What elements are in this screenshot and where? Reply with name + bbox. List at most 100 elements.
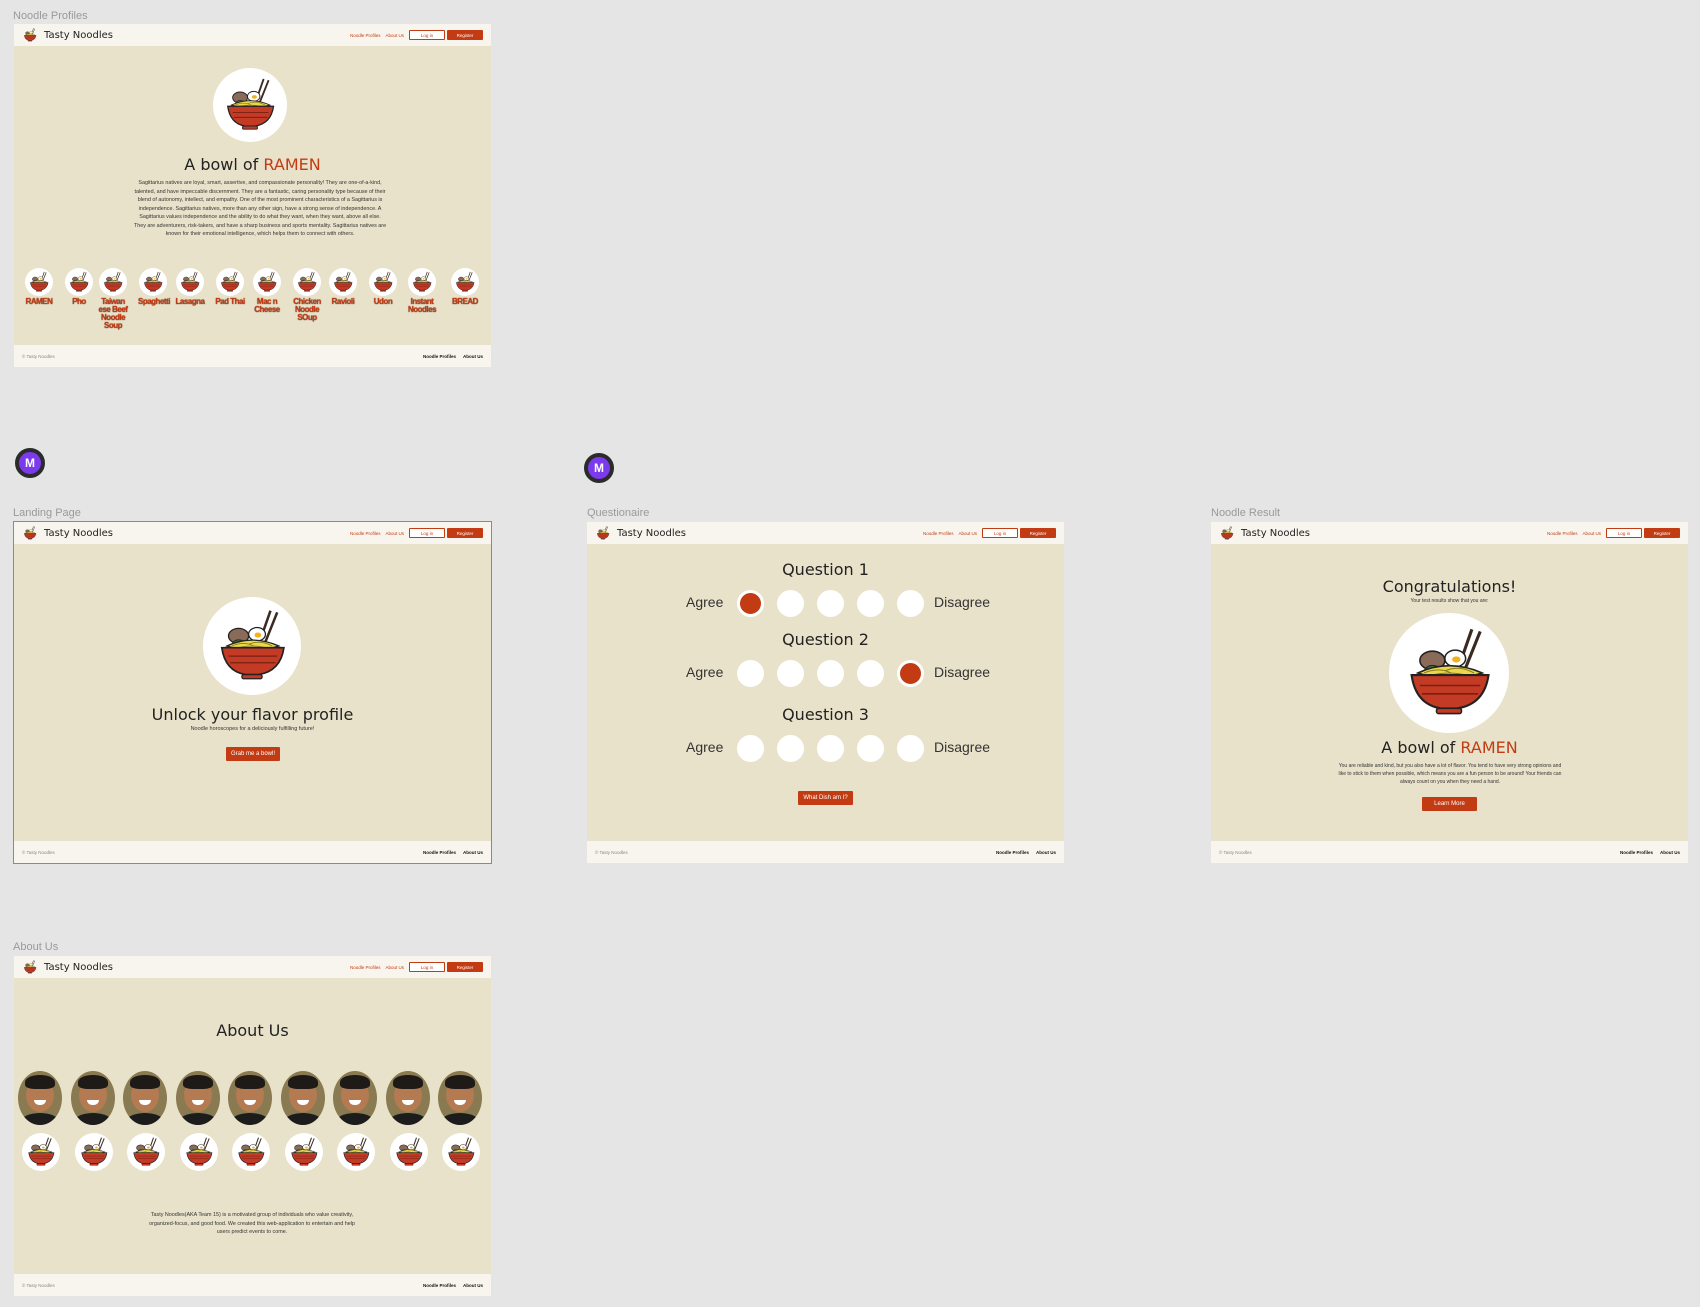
about-us-frame: Tasty Noodles Noodle Profiles About Us L… [14, 956, 491, 1296]
submit-button[interactable]: What Dish am I? [798, 791, 853, 805]
nav-link-about-us[interactable]: About Us [385, 965, 404, 970]
ramen-bowl-icon [331, 270, 355, 294]
dish-item[interactable]: Udon [368, 268, 398, 306]
footer-link-noodle-profiles[interactable]: Noodle Profiles [423, 354, 456, 359]
footer-link-noodle-profiles[interactable]: Noodle Profiles [996, 850, 1029, 855]
dish-label: Taiwan ese Beef Noodle Soup [98, 297, 128, 330]
brand-name[interactable]: Tasty Noodles [44, 528, 113, 539]
dish-item[interactable]: Ravioli [328, 268, 358, 306]
dish-item[interactable]: Instant Noodles [407, 268, 437, 314]
dish-thumbnail [25, 268, 53, 296]
disagree-label: Disagree [934, 664, 991, 680]
nav-link-noodle-profiles[interactable]: Noodle Profiles [923, 531, 954, 536]
frame-label-result: Noodle Result [1211, 507, 1281, 519]
team-member-dish [284, 1133, 323, 1171]
brand-name[interactable]: Tasty Noodles [617, 528, 686, 539]
frame-label-questionnaire: Questionaire [587, 507, 650, 519]
footer-link-noodle-profiles[interactable]: Noodle Profiles [423, 850, 456, 855]
ramen-bowl-icon [255, 270, 279, 294]
learn-more-button[interactable]: Learn More [1422, 797, 1477, 811]
dish-label: Ravioli [331, 297, 355, 306]
register-button[interactable]: Register [1020, 528, 1056, 538]
team-member-dish [127, 1133, 165, 1171]
footer-link-about-us[interactable]: About Us [463, 850, 483, 855]
answer-radio[interactable] [817, 735, 844, 762]
answer-radio[interactable] [737, 590, 764, 617]
ramen-logo-icon[interactable] [22, 27, 38, 43]
answer-radio[interactable] [817, 660, 844, 687]
brand-name[interactable]: Tasty Noodles [44, 30, 113, 41]
nav-link-about-us[interactable]: About Us [958, 531, 977, 536]
disagree-label: Disagree [934, 594, 991, 610]
answer-radio[interactable] [897, 735, 924, 762]
result-description: You are reliable and kind, but you also … [1338, 763, 1562, 785]
answer-radio[interactable] [857, 590, 884, 617]
answer-radio[interactable] [817, 590, 844, 617]
nav-link-about-us[interactable]: About Us [385, 531, 404, 536]
answer-radio[interactable] [897, 590, 924, 617]
collaborator-avatar[interactable]: M [584, 453, 614, 483]
frame-label-profiles: Noodle Profiles [13, 10, 88, 22]
answer-radio[interactable] [777, 735, 804, 762]
ramen-logo-icon[interactable] [595, 525, 611, 541]
nav-link-about-us[interactable]: About Us [1582, 531, 1601, 536]
dish-item[interactable]: Taiwan ese Beef Noodle Soup [98, 268, 128, 330]
login-button[interactable]: Log in [409, 962, 445, 972]
dish-thumbnail [253, 268, 281, 296]
register-button[interactable]: Register [447, 962, 483, 972]
questionnaire-frame: Tasty Noodles Noodle Profiles About Us L… [587, 522, 1064, 863]
dish-item[interactable]: Chicken Noodle SOup [292, 268, 322, 322]
answer-radio[interactable] [737, 735, 764, 762]
dish-item[interactable]: Pho [64, 268, 94, 306]
grab-bowl-button[interactable]: Grab me a bowl! [226, 747, 280, 761]
dish-thumbnail [99, 268, 127, 296]
nav-link-noodle-profiles[interactable]: Noodle Profiles [350, 33, 381, 38]
ramen-logo-icon[interactable] [1219, 525, 1235, 541]
register-button[interactable]: Register [447, 30, 483, 40]
footer-link-about-us[interactable]: About Us [1660, 850, 1680, 855]
register-button[interactable]: Register [447, 528, 483, 538]
login-button[interactable]: Log in [409, 30, 445, 40]
answer-radio[interactable] [857, 660, 884, 687]
ramen-bowl-icon [77, 1135, 111, 1169]
footer-copyright: © Tasty Noodles [595, 849, 628, 855]
footer-link-about-us[interactable]: About Us [463, 1283, 483, 1288]
register-button[interactable]: Register [1644, 528, 1680, 538]
dish-item[interactable]: Mac n Cheese [252, 268, 282, 314]
ramen-logo-icon[interactable] [22, 525, 38, 541]
frame-label-landing: Landing Page [13, 507, 81, 519]
brand-name[interactable]: Tasty Noodles [1241, 528, 1310, 539]
noodle-profiles-frame: Tasty Noodles Noodle Profiles About Us L… [14, 24, 491, 367]
dish-item[interactable]: RAMEN [24, 268, 54, 306]
team-member-photo [18, 1071, 62, 1125]
dish-item[interactable]: Spaghetti [138, 268, 170, 306]
ramen-bowl-icon [295, 270, 319, 294]
answer-radio[interactable] [737, 660, 764, 687]
login-button[interactable]: Log in [1606, 528, 1642, 538]
about-description: Tasty Noodles(AKA Team 15) is a motivate… [149, 1212, 355, 1235]
brand-name[interactable]: Tasty Noodles [44, 962, 113, 973]
footer-link-about-us[interactable]: About Us [1036, 850, 1056, 855]
ramen-bowl-icon [141, 270, 165, 294]
answer-radio[interactable] [777, 590, 804, 617]
collaborator-avatar[interactable]: M [15, 448, 45, 478]
dish-item[interactable]: Pad Thai [215, 268, 245, 306]
dish-item[interactable]: BREAD [450, 268, 480, 306]
ramen-logo-icon[interactable] [22, 959, 38, 975]
nav-link-noodle-profiles[interactable]: Noodle Profiles [1547, 531, 1578, 536]
footer-link-noodle-profiles[interactable]: Noodle Profiles [1620, 850, 1653, 855]
navbar: Tasty Noodles Noodle Profiles About Us L… [587, 522, 1064, 544]
answer-radio[interactable] [897, 660, 924, 687]
footer-link-noodle-profiles[interactable]: Noodle Profiles [423, 1283, 456, 1288]
footer-copyright: © Tasty Noodles [22, 849, 55, 855]
answer-radio[interactable] [857, 735, 884, 762]
dish-item[interactable]: Lasagna [175, 268, 205, 306]
answer-radio[interactable] [777, 660, 804, 687]
nav-link-about-us[interactable]: About Us [385, 33, 404, 38]
login-button[interactable]: Log in [982, 528, 1018, 538]
nav-link-noodle-profiles[interactable]: Noodle Profiles [350, 965, 381, 970]
login-button[interactable]: Log in [409, 528, 445, 538]
nav-link-noodle-profiles[interactable]: Noodle Profiles [350, 531, 381, 536]
footer-link-about-us[interactable]: About Us [463, 354, 483, 359]
about-title: About Us [216, 1021, 289, 1040]
